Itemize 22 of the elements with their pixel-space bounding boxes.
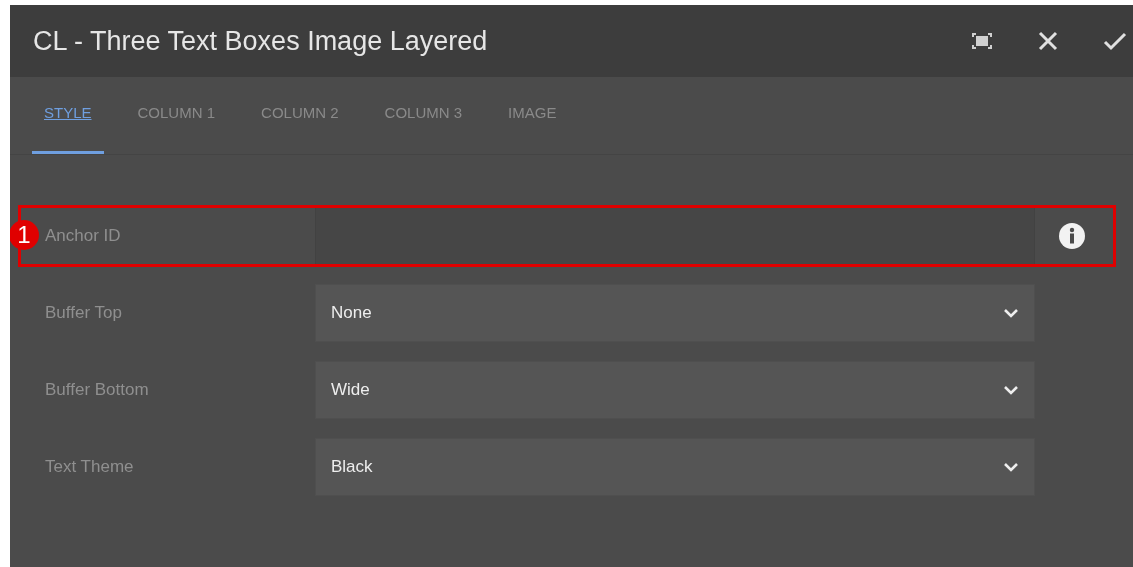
tab[interactable]: COLUMN 3 bbox=[372, 77, 475, 154]
field-label: Buffer Top bbox=[45, 303, 123, 323]
chevron-down-icon bbox=[1003, 462, 1019, 472]
info-icon[interactable] bbox=[1059, 223, 1085, 249]
dropdown[interactable]: None bbox=[315, 284, 1035, 342]
callout-number: 1 bbox=[10, 220, 39, 250]
tab[interactable]: COLUMN 2 bbox=[249, 77, 351, 154]
field-label: Anchor ID bbox=[45, 226, 122, 246]
input-field[interactable] bbox=[315, 207, 1035, 265]
dropdown[interactable]: Wide bbox=[315, 361, 1035, 419]
tab[interactable]: COLUMN 1 bbox=[125, 77, 228, 154]
close-icon[interactable] bbox=[1037, 30, 1059, 52]
window-title: CL - Three Text Boxes Image Layered bbox=[33, 25, 489, 57]
checkmark-icon[interactable] bbox=[1103, 31, 1127, 51]
field-label: Buffer Bottom bbox=[45, 380, 150, 400]
tab[interactable]: STYLE bbox=[32, 77, 104, 154]
fullscreen-icon[interactable] bbox=[971, 32, 993, 50]
dropdown[interactable]: Black bbox=[315, 438, 1035, 496]
chevron-down-icon bbox=[1003, 385, 1019, 395]
chevron-down-icon bbox=[1003, 308, 1019, 318]
field-label: Text Theme bbox=[45, 457, 135, 477]
tab[interactable]: IMAGE bbox=[496, 77, 569, 154]
